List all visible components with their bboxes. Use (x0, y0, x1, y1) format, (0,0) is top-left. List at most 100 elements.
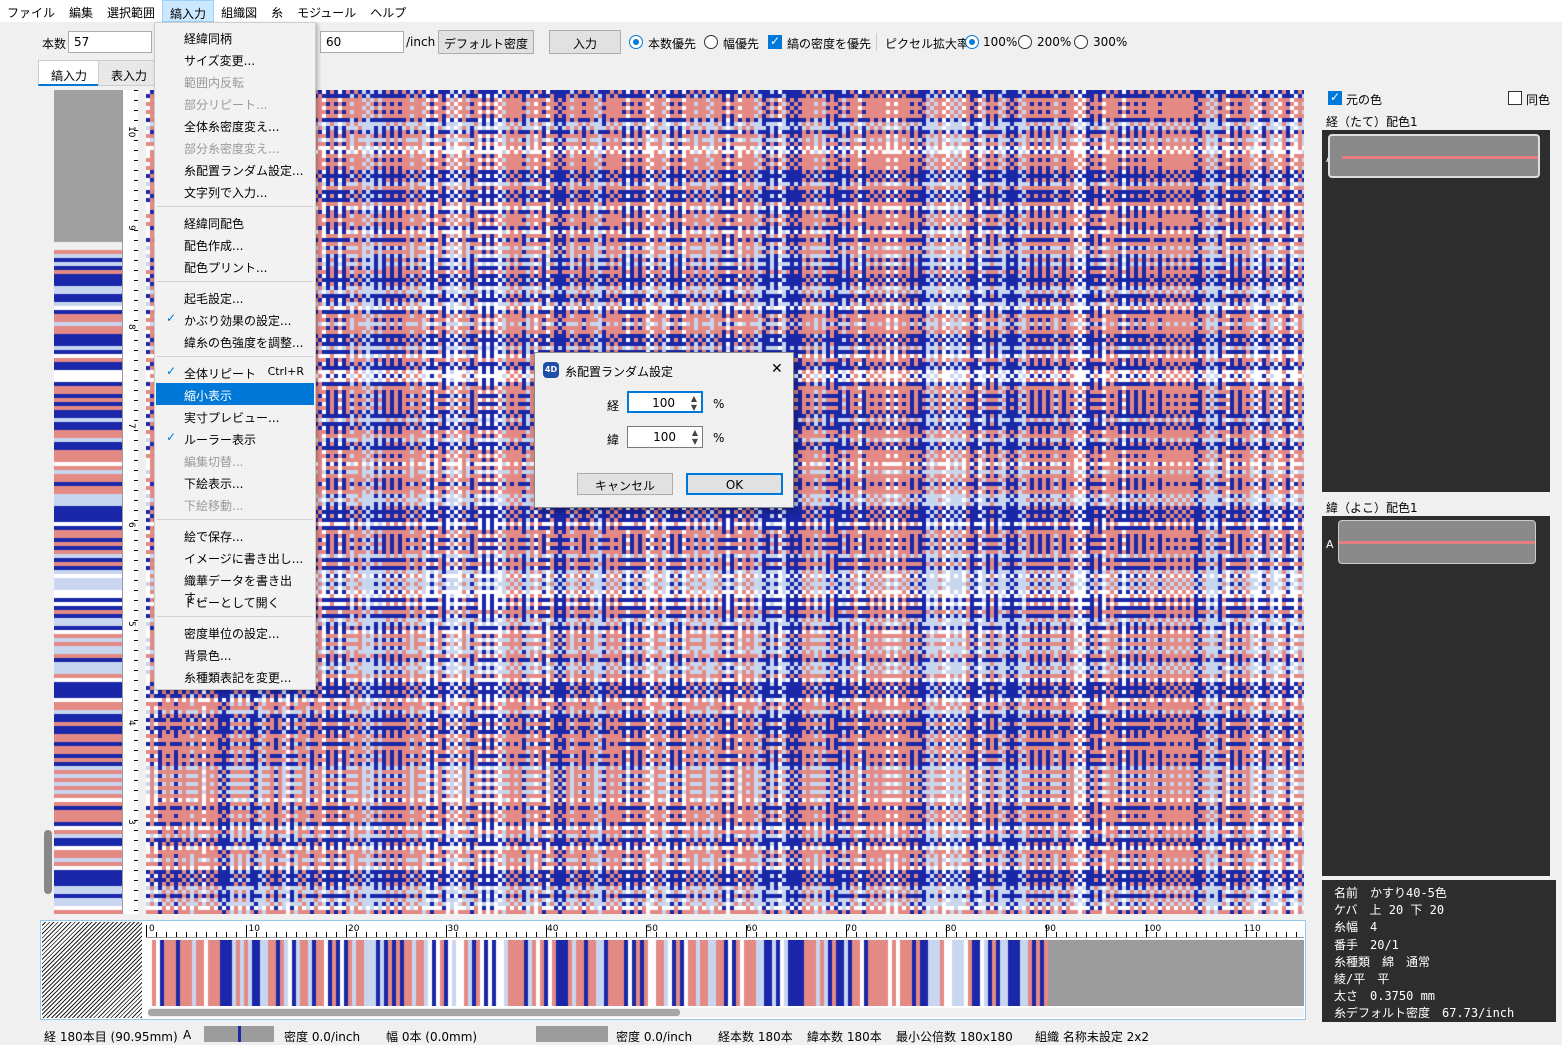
menu-file[interactable]: ファイル (0, 0, 62, 22)
menu-separator (157, 519, 313, 520)
ok-button[interactable]: OK (686, 473, 783, 495)
spinner-arrows-icon[interactable]: ▲ ▼ (691, 394, 697, 412)
width-priority-label: 幅優先 (723, 37, 760, 51)
vertical-ruler-label: 10 (126, 126, 136, 138)
checkmark-icon: ✓ (166, 430, 177, 444)
menu-item-17[interactable]: ✓ ルーラー表示 (156, 427, 314, 449)
original-color-label: 元の色 (1346, 93, 1383, 107)
menu-item-27[interactable]: 糸種類表記を変更... (156, 665, 314, 687)
menu-item-16[interactable]: 実寸プレビュー... (156, 405, 314, 427)
thread-info-line: 番手 20/1 (1334, 937, 1399, 952)
menu-stripe-input[interactable]: 縞入力 (162, 0, 215, 22)
warp-swatch[interactable] (1328, 134, 1540, 178)
weft-spinner[interactable]: 100 ▲ ▼ (627, 426, 703, 448)
menu-item-label: 範囲内反転 (184, 76, 245, 90)
status-swatch-2 (536, 1026, 608, 1042)
menu-item-label: 全体リピート (184, 367, 257, 381)
menu-item-24[interactable]: ドビーとして開く (156, 590, 314, 612)
zoom-100-radio[interactable] (965, 35, 979, 49)
tab-stripe-input[interactable]: 縞入力 (38, 60, 101, 86)
warp-label: 経 (607, 399, 620, 413)
menu-help[interactable]: ヘルプ (363, 0, 413, 22)
status-weft-count: 緯本数 180本 (807, 1030, 882, 1044)
horizontal-scroll-thumb[interactable] (148, 1009, 680, 1016)
menu-weave[interactable]: 組織図 (214, 0, 264, 22)
input-button[interactable]: 入力 (549, 30, 621, 54)
warp-spinner[interactable]: 100 ▲ ▼ (627, 391, 703, 413)
menu-item-23[interactable]: 織華データを書き出す... (156, 568, 314, 605)
menu-item-26[interactable]: 背景色... (156, 643, 314, 665)
menu-item-13[interactable]: 緯糸の色強度を調整... (156, 330, 314, 352)
horizontal-scrollbar[interactable] (148, 1008, 1304, 1017)
vertical-ruler-label: 6 (126, 522, 136, 528)
menu-item-1[interactable]: サイズ変更... (156, 48, 314, 70)
vertical-scroll-thumb[interactable] (44, 830, 52, 894)
menu-item-15[interactable]: 縮小表示 (156, 383, 314, 405)
checkmark-icon: ✓ (166, 364, 177, 378)
weft-value[interactable]: 100 (653, 430, 676, 444)
warp-strip-image (54, 90, 122, 914)
density-input[interactable] (320, 31, 404, 53)
status-warp-count: 経本数 180本 (718, 1030, 793, 1044)
menu-separator (157, 281, 313, 282)
spinner-arrows-icon[interactable]: ▲ ▼ (692, 428, 698, 446)
menu-item-21[interactable]: 絵で保存... (156, 524, 314, 546)
warp-value[interactable]: 100 (652, 396, 675, 410)
menu-item-9[interactable]: 配色作成... (156, 233, 314, 255)
cancel-button[interactable]: キャンセル (577, 473, 673, 495)
same-color-checkbox[interactable] (1508, 91, 1522, 105)
menu-item-20: 下絵移動... (156, 493, 314, 515)
count-priority-radio[interactable] (629, 35, 643, 49)
menu-item-label: かぶり効果の設定... (184, 314, 292, 328)
horizontal-ruler-label: 50 (646, 924, 658, 934)
default-density-button[interactable]: デフォルト密度 (438, 30, 534, 54)
weft-color-strip[interactable] (148, 940, 1304, 1006)
status-weave: 組織 名称未設定 2x2 (1035, 1030, 1150, 1044)
horizontal-ruler-label: 10 (248, 924, 260, 934)
weft-swatch[interactable] (1338, 520, 1536, 564)
menu-item-label: 起毛設定... (184, 292, 244, 306)
menu-item-label: イメージに書き出し... (184, 552, 304, 566)
checkmark-icon: ✓ (166, 311, 177, 325)
menu-item-6[interactable]: 糸配置ランダム設定... (156, 158, 314, 180)
menu-item-label: ドビーとして開く (184, 596, 280, 610)
stripe-density-checkbox[interactable] (768, 34, 782, 49)
menu-module[interactable]: モジュール (290, 0, 363, 22)
vertical-ruler-label: 8 (126, 324, 136, 330)
corner-hatch (42, 922, 142, 1018)
menu-item-19[interactable]: 下絵表示... (156, 471, 314, 493)
close-icon[interactable]: ✕ (771, 361, 783, 377)
zoom-300-label: 300% (1093, 35, 1128, 49)
app-icon: 4D (543, 362, 559, 378)
zoom-300-radio[interactable] (1074, 35, 1088, 49)
status-swatch-1 (204, 1026, 274, 1042)
menu-item-4[interactable]: 全体糸密度変え... (156, 114, 314, 136)
weft-label: 緯 (607, 433, 620, 447)
menu-item-12[interactable]: ✓ かぶり効果の設定... (156, 308, 314, 330)
menu-separator (157, 616, 313, 617)
menu-yarn[interactable]: 糸 (264, 0, 290, 22)
weft-scheme-panel: A (1322, 516, 1550, 876)
original-color-checkbox[interactable] (1328, 90, 1342, 105)
vertical-ruler-label: 9 (126, 225, 136, 231)
menu-item-8[interactable]: 経緯同配色 (156, 211, 314, 233)
warp-color-strip[interactable] (54, 90, 122, 914)
stripe-density-label: 縞の密度を優先 (787, 37, 872, 51)
menu-item-22[interactable]: イメージに書き出し... (156, 546, 314, 568)
weft-scheme-label: 緯（よこ）配色1 (1326, 501, 1418, 515)
menu-item-25[interactable]: 密度単位の設定... (156, 621, 314, 643)
menu-item-11[interactable]: 起毛設定... (156, 286, 314, 308)
tab-table-input[interactable]: 表入力 (98, 60, 161, 86)
status-density-2: 密度 0.0/inch (616, 1030, 693, 1044)
menu-item-label: ルーラー表示 (184, 433, 257, 447)
menu-item-14[interactable]: ✓ 全体リピート Ctrl+R (156, 361, 314, 383)
menu-selection[interactable]: 選択範囲 (100, 0, 162, 22)
menu-separator (157, 206, 313, 207)
menu-item-0[interactable]: 経緯同柄 (156, 26, 314, 48)
menu-item-7[interactable]: 文字列で入力... (156, 180, 314, 202)
count-input[interactable] (68, 31, 152, 53)
width-priority-radio[interactable] (704, 35, 718, 49)
menu-item-10[interactable]: 配色プリント... (156, 255, 314, 277)
zoom-200-radio[interactable] (1018, 35, 1032, 49)
menu-edit[interactable]: 編集 (62, 0, 100, 22)
